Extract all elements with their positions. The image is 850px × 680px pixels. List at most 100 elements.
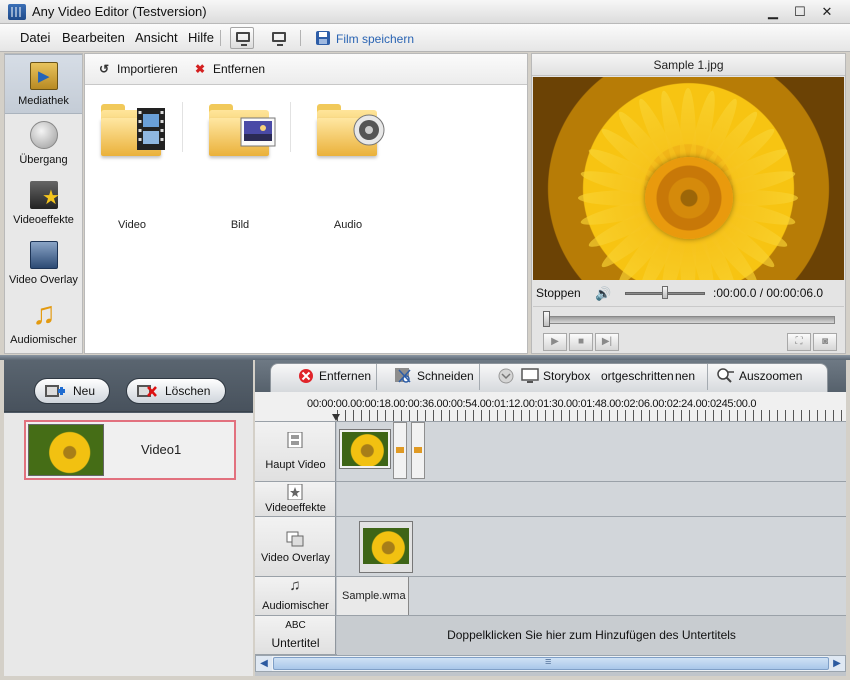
- preview-title: Sample 1.jpg: [532, 54, 845, 76]
- timeline-panel: Entfernen Schneiden Storybox ortgeschrit…: [255, 360, 846, 676]
- hidden-option-button[interactable]: nen: [675, 369, 695, 383]
- preview-image: [533, 77, 844, 280]
- subtitle-lane[interactable]: Doppelklicken Sie hier zum Hinzufügen de…: [337, 616, 846, 655]
- advanced-button[interactable]: ortgeschritten: [601, 369, 674, 383]
- project-list: Video1: [4, 413, 253, 676]
- video-folder[interactable]: Video: [87, 104, 177, 231]
- image-folder[interactable]: Bild: [195, 104, 285, 231]
- media-toolbar: ↺ Importieren ✖ Entfernen: [85, 54, 527, 85]
- track-lane[interactable]: [337, 422, 846, 481]
- save-movie-label: Film speichern: [336, 32, 415, 46]
- storybox-view-button[interactable]: Storybox: [521, 368, 591, 385]
- timeline-remove-button[interactable]: Entfernen: [297, 369, 371, 385]
- transition-marker[interactable]: [393, 422, 407, 479]
- picture-icon: [240, 117, 276, 147]
- monitor-icon: [236, 32, 250, 46]
- advanced-label: ortgeschritten: [601, 369, 674, 383]
- play-button[interactable]: ▶: [543, 333, 567, 351]
- title-bar: Any Video Editor (Testversion) ▁ ☐ ✕: [0, 0, 850, 24]
- menu-bearbeiten[interactable]: Bearbeiten: [62, 30, 125, 45]
- track-name: Audiomischer: [262, 600, 329, 612]
- video-overlay-icon: [30, 241, 58, 269]
- delete-project-label: Löschen: [165, 384, 211, 398]
- remove-x-icon: ✖: [195, 62, 206, 76]
- media-library-icon: [30, 62, 58, 90]
- timeline-toolbar: Entfernen Schneiden Storybox ortgeschrit…: [255, 360, 846, 392]
- track-header: ABC Untertitel: [255, 616, 336, 654]
- audio-folder[interactable]: Audio: [303, 104, 393, 231]
- project-name: Video1: [141, 442, 182, 457]
- project-toolbar: Neu Löschen: [4, 360, 253, 412]
- timeline-remove-label: Entfernen: [319, 369, 372, 384]
- audio-mixer-icon: [30, 295, 58, 332]
- stop-button[interactable]: Stoppen: [536, 286, 581, 300]
- menu-hilfe[interactable]: Hilfe: [188, 30, 214, 45]
- fullscreen-button[interactable]: ⛶: [787, 333, 811, 351]
- nav-transition[interactable]: Übergang: [5, 114, 82, 174]
- track-subtitle: ABC Untertitel Doppelklicken Sie hier zu…: [255, 616, 846, 655]
- nav-label: Übergang: [19, 154, 68, 166]
- ruler-labels: 00:00:00.00:00:18.00:00:36.00:00:54.00:0…: [307, 398, 757, 410]
- nav-media-library[interactable]: Mediathek: [5, 54, 82, 114]
- left-nav: Mediathek Übergang Videoeffekte Video Ov…: [4, 53, 83, 354]
- seek-bar-handle[interactable]: [543, 311, 550, 327]
- delete-project-button[interactable]: Löschen: [126, 378, 226, 404]
- maximize-button[interactable]: ☐: [791, 4, 809, 20]
- toolbar-separator: [376, 364, 377, 390]
- import-button[interactable]: ↺ Importieren: [99, 62, 178, 76]
- nav-label: Videoeffekte: [13, 214, 74, 226]
- timeline-scrollbar[interactable]: ◀ ▶: [255, 655, 846, 672]
- track-lane[interactable]: [337, 482, 846, 516]
- dual-monitor-view-button[interactable]: [266, 27, 290, 49]
- snapshot-camera-button[interactable]: ◙: [813, 333, 837, 351]
- new-project-label: Neu: [73, 384, 96, 398]
- time-ruler[interactable]: 00:00:00.00:00:18.00:00:36.00:00:54.00:0…: [255, 392, 846, 422]
- menu-ansicht[interactable]: Ansicht: [135, 30, 178, 45]
- audio-clip[interactable]: Sample.wma: [337, 577, 409, 615]
- track-lane[interactable]: [337, 517, 846, 576]
- project-panel: Neu Löschen Video1: [4, 360, 253, 676]
- single-monitor-view-button[interactable]: [230, 27, 254, 49]
- import-label: Importieren: [117, 62, 178, 76]
- nav-audio-mixer[interactable]: Audiomischer: [5, 294, 82, 354]
- volume-slider-handle[interactable]: [662, 286, 668, 299]
- zoom-out-button[interactable]: Auszoomen: [717, 368, 802, 385]
- track-video-overlay: Video Overlay: [255, 517, 846, 577]
- close-button[interactable]: ✕: [818, 4, 836, 20]
- menu-separator: [300, 30, 301, 46]
- scroll-left-arrow[interactable]: ◀: [256, 656, 272, 671]
- film-strip-icon: [137, 108, 165, 150]
- next-frame-button[interactable]: ▶|: [595, 333, 619, 351]
- scrollbar-thumb[interactable]: [273, 656, 829, 670]
- project-thumbnail: [28, 424, 104, 476]
- video-clip[interactable]: [339, 429, 391, 469]
- track-lane[interactable]: Sample.wma: [337, 577, 846, 615]
- subtitle-hint: Doppelklicken Sie hier zum Hinzufügen de…: [337, 616, 846, 655]
- subtitle-abc-label: ABC: [285, 620, 306, 631]
- seek-bar[interactable]: [543, 316, 835, 324]
- nav-label: Mediathek: [18, 95, 69, 107]
- stop-square-button[interactable]: ■: [569, 333, 593, 351]
- transition-marker[interactable]: [411, 422, 425, 479]
- toolbar-separator: [707, 364, 708, 390]
- new-project-icon: [45, 385, 65, 397]
- ruler-ticks: [337, 410, 842, 421]
- new-project-button[interactable]: Neu: [34, 378, 110, 404]
- remove-media-button[interactable]: ✖ Entfernen: [195, 62, 265, 76]
- scroll-right-arrow[interactable]: ▶: [829, 656, 845, 671]
- nav-video-overlay[interactable]: Video Overlay: [5, 234, 82, 294]
- nav-video-effects[interactable]: Videoeffekte: [5, 174, 82, 234]
- volume-speaker-icon[interactable]: 🔊: [595, 286, 611, 302]
- overlay-clip[interactable]: [359, 521, 413, 573]
- music-notes-icon: ♫: [289, 577, 301, 594]
- storybox-label: Storybox: [543, 369, 591, 384]
- playhead-marker[interactable]: [332, 414, 340, 421]
- nav-label: Audiomischer: [10, 334, 77, 346]
- project-item[interactable]: Video1: [24, 420, 236, 480]
- floppy-disk-icon: [316, 31, 330, 45]
- cut-button[interactable]: Schneiden: [395, 368, 474, 385]
- storybox-button[interactable]: [497, 368, 519, 385]
- menu-datei[interactable]: Datei: [20, 30, 50, 45]
- minimize-button[interactable]: ▁: [764, 4, 782, 20]
- monitor-icon: [272, 32, 286, 46]
